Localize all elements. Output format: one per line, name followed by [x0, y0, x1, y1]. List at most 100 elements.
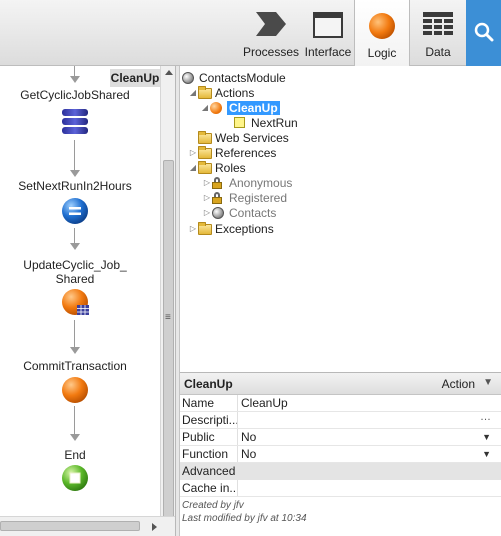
- tree-item-label: Web Services: [215, 130, 289, 145]
- local-variable-icon: [234, 116, 248, 129]
- scroll-right-icon[interactable]: [152, 523, 157, 531]
- flow-connector: [74, 140, 75, 174]
- tree-item-label: NextRun: [251, 115, 298, 130]
- node-label: GetCyclicJobShared: [20, 88, 130, 102]
- folder-icon: [198, 160, 212, 174]
- tab-data-label: Data: [425, 45, 451, 59]
- tree-item-label: References: [215, 145, 277, 160]
- search-button[interactable]: [466, 0, 501, 66]
- collapse-icon[interactable]: ◢: [188, 88, 198, 97]
- property-value[interactable]: CleanUp: [241, 395, 288, 411]
- property-row-function[interactable]: Function No ▼: [180, 446, 501, 463]
- property-value[interactable]: No: [241, 446, 256, 462]
- property-name: Function: [180, 446, 238, 462]
- folder-icon: [198, 130, 212, 144]
- scroll-up-icon[interactable]: [165, 70, 173, 75]
- tree-item-nextrun[interactable]: NextRun: [234, 115, 298, 130]
- action-circle-icon[interactable]: [61, 376, 89, 404]
- tree-item-label: Exceptions: [215, 221, 274, 236]
- node-label: UpdateCyclic_Job_ Shared: [23, 258, 127, 286]
- properties-kind: Action: [441, 377, 475, 391]
- property-row-description[interactable]: Descripti... …: [180, 409, 501, 429]
- tree-item-references[interactable]: ▷ References: [188, 145, 276, 160]
- assign-icon[interactable]: [61, 197, 89, 225]
- data-grid-icon: [423, 12, 453, 39]
- dropdown-arrow-icon[interactable]: ▼: [482, 446, 491, 462]
- tab-logic[interactable]: Logic: [354, 0, 410, 67]
- collapse-icon[interactable]: ◢: [200, 103, 210, 112]
- property-name: Name: [180, 395, 238, 411]
- tree-item-role-contacts[interactable]: ▷ Contacts: [202, 205, 276, 220]
- property-name: Cache in...: [182, 480, 238, 496]
- tab-logic-label: Logic: [367, 46, 397, 60]
- tree-item-label: Anonymous: [229, 175, 293, 190]
- created-by-text: Created by jfv: [182, 500, 244, 511]
- properties-title: CleanUp: [184, 377, 233, 391]
- logic-orange-circle-icon: [368, 12, 396, 43]
- canvas-horizontal-scrollbar[interactable]: [0, 516, 175, 536]
- property-name: Descripti...: [182, 412, 238, 428]
- property-value[interactable]: No: [241, 429, 256, 445]
- properties-header: CleanUp Action ▼: [180, 373, 501, 395]
- end-icon[interactable]: [61, 464, 89, 492]
- folder-icon: [198, 145, 212, 159]
- database-stack-icon[interactable]: [61, 106, 89, 134]
- expand-icon[interactable]: ▷: [188, 148, 198, 157]
- scroll-thumb[interactable]: [0, 521, 140, 531]
- expand-icon[interactable]: ▷: [202, 208, 212, 217]
- expand-icon[interactable]: ▷: [202, 193, 212, 202]
- tree-item-label: Roles: [215, 160, 246, 175]
- folder-icon: [198, 85, 212, 99]
- dropdown-arrow-icon[interactable]: ▼: [483, 377, 493, 388]
- properties-section-advanced[interactable]: Advanced: [180, 463, 501, 480]
- properties-panel: CleanUp Action ▼ Name CleanUp Descripti.…: [180, 372, 501, 536]
- tree-item-label: CleanUp: [227, 100, 280, 115]
- flow-arrow: [70, 76, 80, 83]
- scroll-thumb[interactable]: [163, 160, 174, 536]
- folder-icon: [198, 221, 212, 235]
- tab-processes[interactable]: Processes: [240, 0, 302, 66]
- node-label: SetNextRunIn2Hours: [18, 179, 132, 193]
- expand-icon[interactable]: ▷: [202, 178, 212, 187]
- interface-window-icon: [313, 12, 343, 41]
- action-flow-canvas[interactable]: CleanUp GetCyclicJobShared SetNextRunIn2…: [0, 66, 176, 536]
- node-label: End: [64, 448, 86, 462]
- node-label: CommitTransaction: [23, 359, 127, 373]
- role-globe-icon: [212, 206, 226, 219]
- tree-item-module[interactable]: ContactsModule: [182, 70, 286, 85]
- tab-interface-label: Interface: [304, 45, 352, 59]
- ellipsis-icon[interactable]: …: [480, 409, 491, 425]
- tree-item-role-registered[interactable]: ▷ Registered: [202, 190, 287, 205]
- property-row-name[interactable]: Name CleanUp: [180, 395, 501, 412]
- tree-item-web-services[interactable]: Web Services: [198, 130, 289, 145]
- expand-icon[interactable]: ▷: [188, 224, 198, 233]
- lock-icon: [212, 176, 226, 189]
- tree-item-cleanup[interactable]: ◢ CleanUp: [200, 100, 280, 115]
- modified-by-text: Last modified by jfv at 10:34: [182, 513, 307, 524]
- action-circle-icon: [210, 101, 224, 114]
- main-toolbar: Processes Interface Logic Data: [0, 0, 501, 67]
- tree-item-role-anonymous[interactable]: ▷ Anonymous: [202, 175, 292, 190]
- flow-arrow: [70, 347, 80, 354]
- module-globe-icon: [182, 71, 196, 84]
- tree-item-label: Actions: [215, 85, 255, 100]
- property-name: Public: [180, 429, 238, 445]
- canvas-title: CleanUp: [110, 69, 160, 87]
- tree-item-roles[interactable]: ◢ Roles: [188, 160, 246, 175]
- property-row-public[interactable]: Public No ▼: [180, 429, 501, 446]
- tab-data[interactable]: Data: [410, 0, 466, 66]
- tree-item-exceptions[interactable]: ▷ Exceptions: [188, 221, 274, 236]
- collapse-icon[interactable]: ◢: [188, 163, 198, 172]
- tree-item-actions[interactable]: ◢ Actions: [188, 85, 254, 100]
- dropdown-arrow-icon[interactable]: ▼: [482, 429, 491, 445]
- canvas-vertical-scrollbar[interactable]: [160, 66, 175, 536]
- property-row-cache[interactable]: Cache in...: [180, 480, 501, 497]
- entity-action-icon[interactable]: [61, 288, 89, 316]
- processes-chevron-icon: [256, 12, 286, 39]
- lock-icon: [212, 191, 226, 204]
- tab-interface[interactable]: Interface: [302, 0, 354, 66]
- module-tree[interactable]: ContactsModule ◢ Actions ◢ CleanUp NextR…: [180, 66, 501, 372]
- tree-item-label: Registered: [229, 190, 288, 205]
- tab-processes-label: Processes: [242, 45, 300, 59]
- splitter-grip-icon[interactable]: ≡: [165, 312, 171, 323]
